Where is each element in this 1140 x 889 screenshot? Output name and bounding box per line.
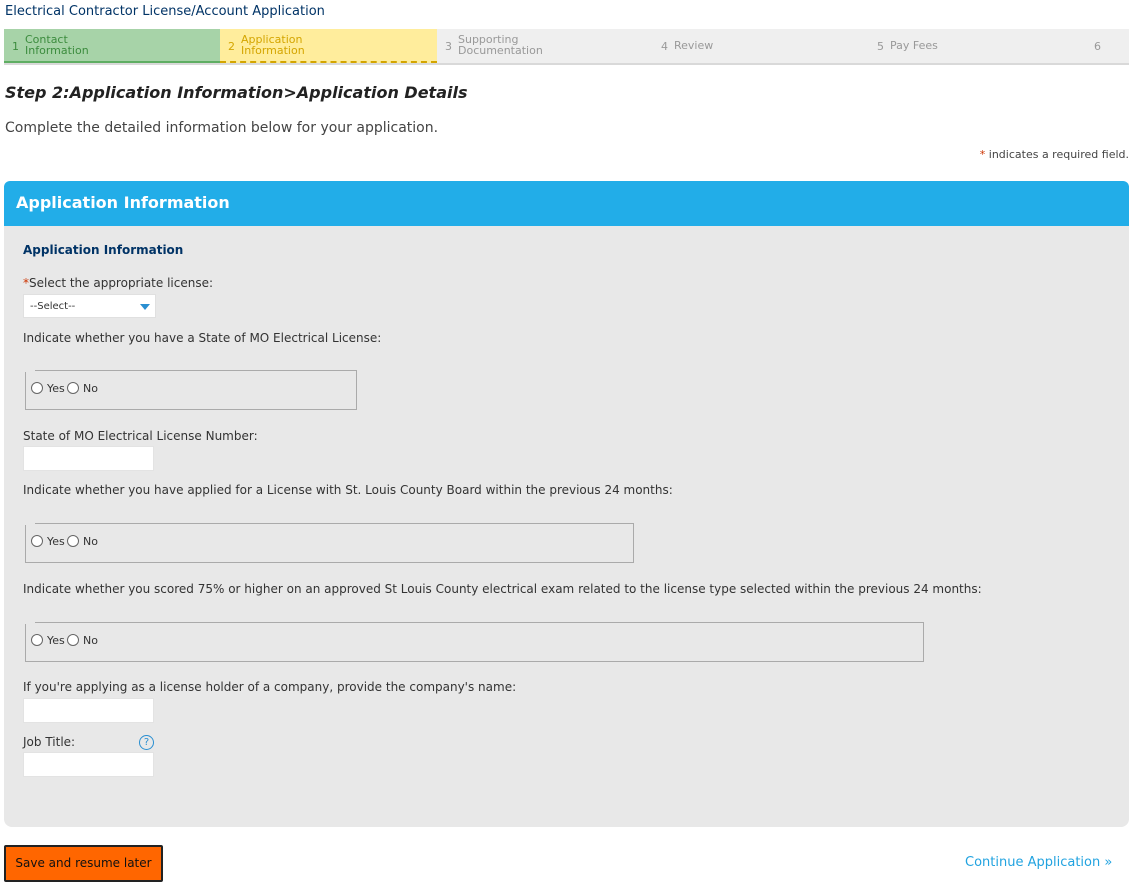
exam-question: Indicate whether you scored 75% or highe… [23, 582, 982, 596]
step-label: Pay Fees [890, 39, 938, 52]
applied-no[interactable]: No [67, 535, 98, 549]
step-label: Application Information [241, 33, 305, 57]
help-icon[interactable]: ? [139, 735, 154, 750]
radio-button[interactable] [31, 634, 43, 646]
mo-license-radio-group: Yes No [25, 370, 357, 410]
exam-radio-group: Yes No [25, 622, 924, 662]
required-note-text: indicates a required field. [988, 148, 1129, 161]
mo-license-question: Indicate whether you have a State of MO … [23, 331, 382, 345]
radio-label: Yes [47, 634, 65, 647]
radio-button[interactable] [31, 535, 43, 547]
mo-license-no[interactable]: No [67, 382, 98, 396]
section-subtitle: Application Information [23, 243, 184, 257]
step-6: 6 [1085, 29, 1129, 63]
license-select-label-text: Select the appropriate license: [29, 276, 214, 290]
group-notch [25, 523, 35, 525]
step-number: 6 [1094, 40, 1101, 53]
group-notch [25, 622, 35, 624]
step-number: 5 [877, 40, 884, 53]
radio-label: Yes [47, 535, 65, 548]
step-label: Review [674, 39, 714, 52]
progress-steps: 1 Contact Information 2 Application Info… [4, 29, 1129, 65]
step-number: 2 [228, 40, 235, 53]
step-review: 4 Review [653, 29, 869, 63]
save-and-resume-later-button[interactable]: Save and resume later [4, 845, 163, 882]
page-header-title: Electrical Contractor License/Account Ap… [5, 4, 325, 19]
radio-label: No [83, 382, 98, 395]
radio-label: No [83, 634, 98, 647]
step-number: 4 [661, 40, 668, 53]
applied-radio-group: Yes No [25, 523, 634, 563]
applied-question: Indicate whether you have applied for a … [23, 483, 673, 497]
panel-title: Application Information [16, 193, 230, 212]
step-contact-information[interactable]: 1 Contact Information [4, 29, 220, 63]
radio-button[interactable] [31, 382, 43, 394]
radio-label: No [83, 535, 98, 548]
step-number: 3 [445, 40, 452, 53]
continue-application-link[interactable]: Continue Application » [965, 855, 1112, 870]
chevron-down-icon [140, 304, 150, 310]
radio-button[interactable] [67, 634, 79, 646]
step-label: Supporting Documentation [458, 33, 543, 57]
step-supporting-documentation: 3 Supporting Documentation [437, 29, 653, 63]
radio-button[interactable] [67, 382, 79, 394]
mo-license-number-label: State of MO Electrical License Number: [23, 429, 258, 443]
panel-header: Application Information [4, 181, 1129, 226]
license-select-value: --Select-- [30, 301, 76, 312]
step-label: Contact Information [25, 33, 89, 57]
mo-license-yes[interactable]: Yes [31, 382, 65, 396]
license-select[interactable]: --Select-- [23, 294, 156, 318]
license-select-label: *Select the appropriate license: [23, 276, 213, 290]
exam-yes[interactable]: Yes [31, 634, 65, 648]
required-star: * [979, 148, 986, 161]
company-name-label: If you're applying as a license holder o… [23, 680, 517, 694]
step-pay-fees: 5 Pay Fees [869, 29, 1085, 63]
step-application-information[interactable]: 2 Application Information [220, 29, 437, 63]
step-title: Step 2:Application Information>Applicati… [5, 83, 468, 102]
applied-yes[interactable]: Yes [31, 535, 65, 549]
radio-button[interactable] [67, 535, 79, 547]
radio-label: Yes [47, 382, 65, 395]
job-title-label: Job Title: [23, 735, 76, 749]
required-field-note: * indicates a required field. [980, 148, 1129, 161]
company-name-input[interactable] [23, 698, 154, 723]
intro-text: Complete the detailed information below … [5, 120, 439, 136]
mo-license-number-input[interactable] [23, 446, 154, 471]
step-number: 1 [12, 40, 19, 53]
job-title-input[interactable] [23, 752, 154, 777]
group-notch [25, 370, 35, 372]
exam-no[interactable]: No [67, 634, 98, 648]
